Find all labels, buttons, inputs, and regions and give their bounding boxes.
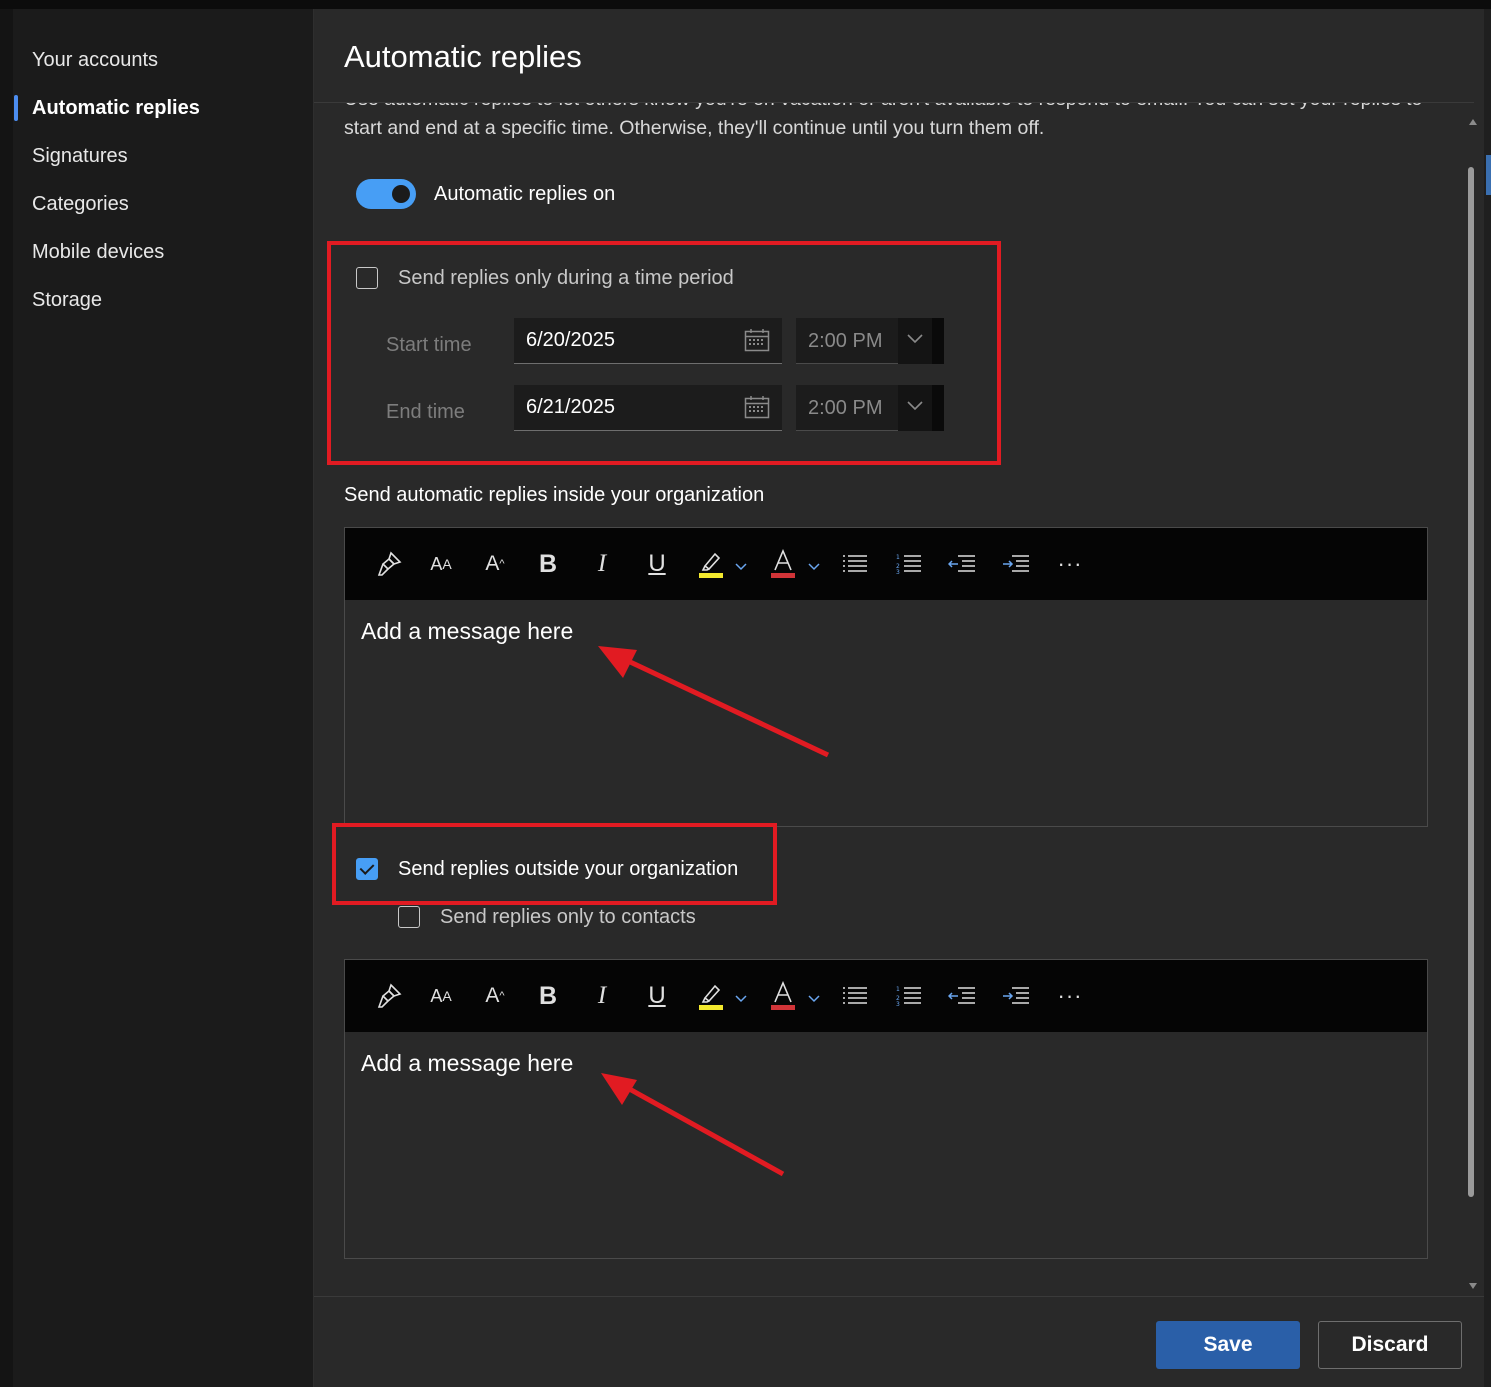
settings-sidebar: Your accounts Automatic replies Signatur… <box>13 9 314 1387</box>
sidebar-item-mobile-devices[interactable]: Mobile devices <box>32 241 164 264</box>
sidebar-item-automatic-replies[interactable]: Automatic replies <box>32 97 200 120</box>
vertical-scrollbar-thumb[interactable] <box>1468 167 1474 1197</box>
annotation-arrows <box>598 646 830 1177</box>
page-title: Automatic replies <box>344 39 582 74</box>
active-indicator <box>14 95 18 121</box>
annotation-arrow-outside <box>601 1073 785 1177</box>
window-top-bar <box>0 0 1491 9</box>
scroll-up-arrow-icon[interactable] <box>1468 113 1478 131</box>
panel-footer: Save Discard <box>314 1296 1484 1387</box>
sidebar-item-categories[interactable]: Categories <box>32 193 129 216</box>
left-gutter <box>0 9 13 1387</box>
annotation-arrow-inside <box>598 646 830 758</box>
background-window-accent <box>1486 155 1491 195</box>
background-window-edge <box>1484 9 1491 1387</box>
automatic-replies-panel: Automatic replies Use automatic replies … <box>314 9 1484 1387</box>
sidebar-item-storage[interactable]: Storage <box>32 289 102 312</box>
scroll-down-arrow-icon[interactable] <box>1468 1277 1478 1295</box>
settings-scroll-region[interactable]: Use automatic replies to let others know… <box>314 103 1474 1296</box>
discard-button[interactable]: Discard <box>1318 1321 1462 1369</box>
sidebar-item-signatures[interactable]: Signatures <box>32 145 128 168</box>
sidebar-item-your-accounts[interactable]: Your accounts <box>32 49 158 72</box>
save-button[interactable]: Save <box>1156 1321 1300 1369</box>
